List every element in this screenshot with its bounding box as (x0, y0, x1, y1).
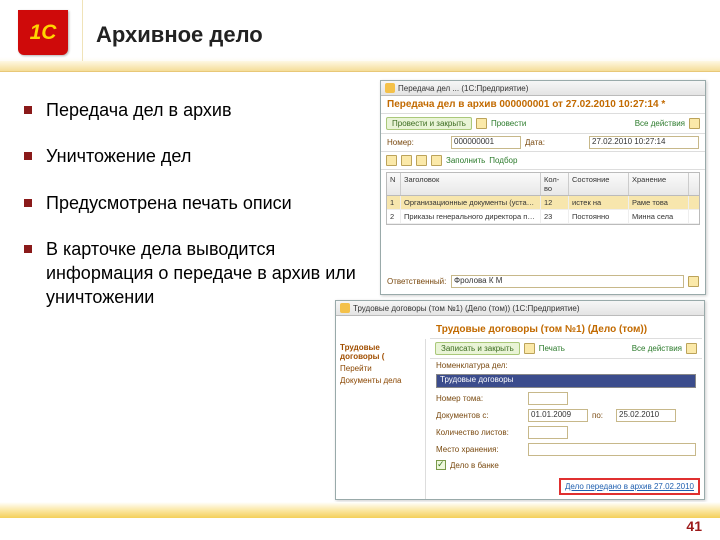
sheets-field[interactable] (528, 426, 568, 439)
slide-header: 1C Архивное дело (0, 0, 720, 72)
help-icon[interactable] (686, 343, 697, 354)
to-label: по: (592, 411, 612, 420)
form-row-dates: Документов с: 01.01.2009 по: 25.02.2010 (430, 407, 702, 424)
cases-grid: N Заголовок Кол-во Состояние Хранение 1 … (386, 172, 700, 225)
number-label: Номер: (387, 138, 447, 147)
titlebar: Передача дел ... (1С:Предприятие) (381, 81, 705, 96)
responsible-field[interactable]: Фролова К М (451, 275, 684, 288)
col-store: Хранение (629, 173, 689, 195)
side-link-docs[interactable]: Документы дела (340, 376, 421, 385)
volume-field[interactable] (528, 392, 568, 405)
bullet-item: Предусмотрена печать описи (24, 191, 362, 215)
app-icon (340, 303, 350, 313)
nomenclature-label: Номенклатура дел: (436, 361, 524, 370)
footer-gradient (0, 502, 720, 518)
bullet-item: В карточке дела выводится информация о п… (24, 237, 362, 310)
app-window-case: Трудовые договоры (том №1) (Дело (том)) … (335, 300, 705, 500)
window-caption: Трудовые договоры (том №1) (Дело (том)) (430, 321, 702, 339)
table-row[interactable]: 2 Приказы генерального директора по осно… (387, 210, 699, 224)
app-window-transfer: Передача дел ... (1С:Предприятие) Переда… (380, 80, 706, 295)
choose-button[interactable]: Подбор (489, 156, 517, 165)
form-row-sheets: Количество листов: (430, 424, 702, 441)
bank-label: Дело в банке (450, 461, 510, 470)
fill-button[interactable]: Заполнить (446, 156, 485, 165)
titlebar-text: Передача дел ... (1С:Предприятие) (398, 84, 528, 93)
titlebar: Трудовые договоры (том №1) (Дело (том)) … (336, 301, 704, 316)
add-icon[interactable] (386, 155, 397, 166)
save-and-close-button[interactable]: Записать и закрыть (435, 342, 520, 355)
post-and-close-button[interactable]: Провести и закрыть (386, 117, 472, 130)
number-field[interactable]: 000000001 (451, 136, 521, 149)
side-panel: Трудовые договоры ( Перейти Документы де… (336, 339, 426, 499)
date-label: Дата: (525, 138, 585, 147)
print-menu[interactable]: Печать (539, 344, 565, 353)
post-button[interactable]: Провести (491, 119, 526, 128)
help-icon[interactable] (689, 118, 700, 129)
volume-label: Номер тома: (436, 394, 524, 403)
form-row-responsible: Ответственный: Фролова К М (381, 273, 705, 290)
date-from-field[interactable]: 01.01.2009 (528, 409, 588, 422)
col-title: Заголовок (401, 173, 541, 195)
down-icon[interactable] (431, 155, 442, 166)
titlebar-text: Трудовые договоры (том №1) (Дело (том)) … (353, 304, 580, 313)
app-icon (385, 83, 395, 93)
form-row-place: Место хранения: (430, 441, 702, 458)
bank-checkbox[interactable] (436, 460, 446, 470)
side-heading: Трудовые договоры ( (340, 343, 421, 361)
date-to-field[interactable]: 25.02.2010 (616, 409, 676, 422)
form-row-number: Номер: 000000001 Дата: 27.02.2010 10:27:… (381, 134, 705, 151)
nomenclature-field[interactable]: Трудовые договоры (436, 374, 696, 388)
form-row-volume: Номер тома: (430, 390, 702, 407)
window-caption: Передача дел в архив 000000001 от 27.02.… (381, 96, 705, 114)
up-icon[interactable] (416, 155, 427, 166)
col-state: Состояние (569, 173, 629, 195)
bullet-item: Уничтожение дел (24, 144, 362, 168)
place-field[interactable] (528, 443, 696, 456)
from-label: Документов с: (436, 411, 524, 420)
all-actions-menu[interactable]: Все действия (635, 119, 685, 128)
side-link-goto[interactable]: Перейти (340, 364, 421, 373)
place-label: Место хранения: (436, 445, 524, 454)
form-row-bank: Дело в банке (430, 458, 702, 472)
form-row-nomenclature: Номенклатура дел: (430, 359, 702, 372)
archive-status-link[interactable]: Дело передано в архив 27.02.2010 (565, 482, 694, 491)
grid-toolbar: Заполнить Подбор (381, 151, 705, 170)
header-divider (82, 0, 83, 71)
col-qty: Кол-во (541, 173, 569, 195)
main-panel: Трудовые договоры (том №1) (Дело (том)) … (428, 319, 704, 499)
responsible-label: Ответственный: (387, 277, 447, 286)
lookup-icon[interactable] (688, 276, 699, 287)
toolbar: Провести и закрыть Провести Все действия (381, 114, 705, 134)
sheets-label: Количество листов: (436, 428, 524, 437)
grid-header: N Заголовок Кол-во Состояние Хранение (387, 173, 699, 196)
archive-status-highlight: Дело передано в архив 27.02.2010 (559, 478, 700, 495)
page-title: Архивное дело (96, 22, 263, 48)
date-field[interactable]: 27.02.2010 10:27:14 (589, 136, 699, 149)
save-icon[interactable] (524, 343, 535, 354)
bullet-list: Передача дел в архив Уничтожение дел Пре… (24, 98, 362, 332)
all-actions-menu[interactable]: Все действия (632, 344, 682, 353)
save-icon[interactable] (476, 118, 487, 129)
bullet-item: Передача дел в архив (24, 98, 362, 122)
col-n: N (387, 173, 401, 195)
page-number: 41 (686, 518, 702, 534)
table-row[interactable]: 1 Организационные документы (уставы, пол… (387, 196, 699, 210)
delete-icon[interactable] (401, 155, 412, 166)
logo-1c: 1C (18, 10, 68, 55)
toolbar: Записать и закрыть Печать Все действия (430, 339, 702, 359)
